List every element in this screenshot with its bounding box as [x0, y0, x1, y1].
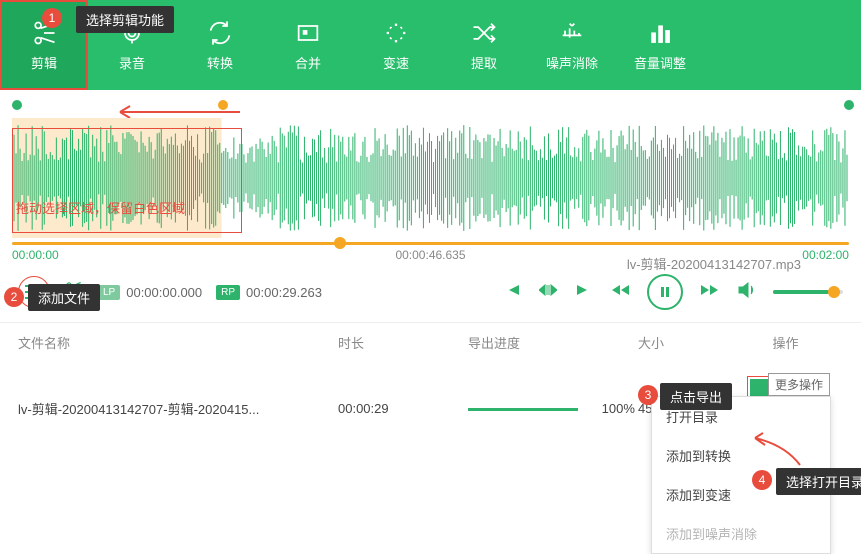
tool-speed[interactable]: 变速 — [352, 0, 440, 90]
tool-label: 音量调整 — [634, 53, 686, 72]
annotation-badge-1: 1 — [42, 8, 62, 28]
tool-convert[interactable]: 转换 — [176, 0, 264, 90]
annotation-tooltip-4: 选择打开目录 — [776, 468, 861, 495]
right-point[interactable]: RP 00:00:29.263 — [216, 285, 322, 300]
rewind-button[interactable] — [611, 283, 629, 302]
lp-tag: LP — [98, 285, 120, 300]
current-file-label: lv-剪辑-20200413142707.mp3 — [627, 254, 801, 273]
tool-label: 合并 — [295, 53, 321, 72]
col-action: 操作 — [728, 333, 843, 352]
denoise-icon — [558, 19, 586, 47]
timeline-thumb[interactable] — [334, 237, 346, 249]
selection-hint: 拖动选择区域，保留白色区域 — [16, 198, 185, 217]
volume-fill — [773, 290, 829, 294]
control-bar: lv-剪辑-20200413142707.mp3 LP 00:00:00.000… — [0, 262, 861, 322]
cell-name: lv-剪辑-20200413142707-剪辑-2020415... — [18, 399, 338, 418]
timeline-track[interactable] — [12, 242, 849, 245]
red-arrow-2-icon — [745, 430, 805, 470]
waveform-area: /*placeholder*/ 拖动选择区域，保留白色区域 — [0, 90, 861, 240]
tool-denoise[interactable]: 噪声消除 — [528, 0, 616, 90]
tool-label: 噪声消除 — [546, 53, 598, 72]
tool-label: 转换 — [207, 53, 233, 72]
cell-duration: 00:00:29 — [338, 401, 468, 416]
refresh-icon — [206, 19, 234, 47]
volume-icon[interactable] — [737, 282, 755, 303]
waveform-canvas[interactable]: /*placeholder*/ 拖动选择区域，保留白色区域 — [12, 118, 849, 238]
tool-extract[interactable]: 提取 — [440, 0, 528, 90]
annotation-tooltip-3: 点击导出 — [660, 383, 732, 410]
tool-merge[interactable]: 合并 — [264, 0, 352, 90]
more-ops-label[interactable]: 更多操作 — [768, 373, 830, 396]
menu-add-denoise[interactable]: 添加到噪声消除 — [652, 514, 830, 553]
annotation-badge-4: 4 — [752, 470, 772, 490]
forward-button[interactable] — [701, 283, 719, 302]
tool-label: 录音 — [119, 53, 145, 72]
pause-button[interactable] — [647, 274, 683, 310]
selection-box — [12, 128, 242, 233]
marker-start[interactable] — [12, 100, 22, 110]
left-point[interactable]: LP 00:00:00.000 — [98, 285, 202, 300]
skip-end-button[interactable] — [575, 283, 593, 302]
volume-thumb[interactable] — [828, 286, 840, 298]
annotation-badge-2: 2 — [4, 287, 24, 307]
annotation-badge-3: 3 — [638, 385, 658, 405]
tool-volume[interactable]: 音量调整 — [616, 0, 704, 90]
annotation-tooltip-2: 添加文件 — [28, 284, 100, 311]
trim-in-button[interactable] — [539, 283, 557, 302]
shuffle-icon — [470, 19, 498, 47]
volume-slider[interactable] — [773, 290, 843, 294]
marker-end[interactable] — [844, 100, 854, 110]
col-name: 文件名称 — [18, 333, 338, 352]
time-current: 00:00:46.635 — [395, 248, 465, 262]
speed-icon — [382, 19, 410, 47]
time-end: 00:02:00 — [802, 248, 849, 262]
playback-controls — [503, 274, 843, 310]
col-progress: 导出进度 — [468, 333, 638, 352]
table-header: 文件名称 时长 导出进度 大小 操作 — [0, 322, 861, 362]
time-start: 00:00:00 — [12, 248, 59, 262]
tool-label: 提取 — [471, 53, 497, 72]
tool-label: 变速 — [383, 53, 409, 72]
tool-label: 剪辑 — [31, 53, 57, 72]
col-duration: 时长 — [338, 333, 468, 352]
progress-bar — [468, 408, 578, 411]
lp-time: 00:00:00.000 — [126, 285, 202, 300]
merge-icon — [294, 19, 322, 47]
equalizer-icon — [646, 19, 674, 47]
annotation-tooltip-1: 选择剪辑功能 — [76, 6, 174, 33]
rp-time: 00:00:29.263 — [246, 285, 322, 300]
progress-text: 100% — [602, 401, 635, 416]
skip-start-button[interactable] — [503, 283, 521, 302]
col-size: 大小 — [638, 333, 728, 352]
rp-tag: RP — [216, 285, 240, 300]
cell-progress: 100% — [468, 401, 638, 416]
